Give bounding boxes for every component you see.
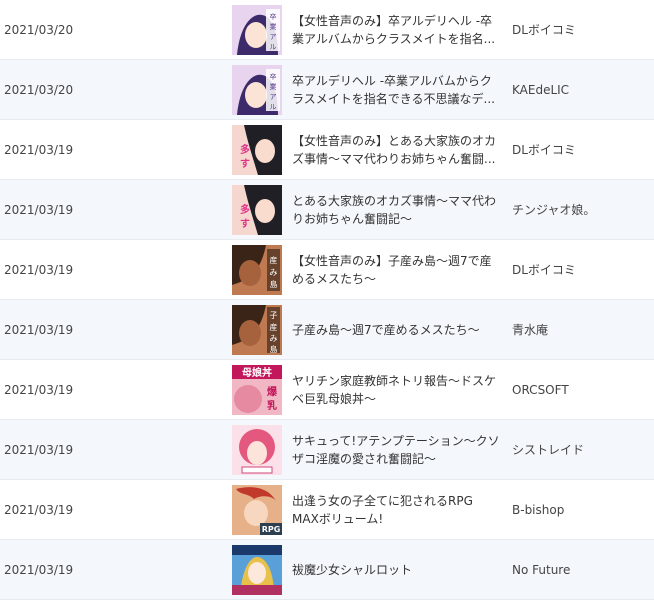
product-title: 子産み島～週7で産めるメスたち～ (292, 322, 480, 337)
svg-text:乳: 乳 (267, 399, 277, 412)
product-thumbnail[interactable]: 子 産 み 島 (232, 305, 282, 355)
release-date: 2021/03/19 (4, 502, 74, 517)
svg-text:産: 産 (270, 255, 278, 265)
thumbnail-image: 産 み 島 (232, 245, 282, 295)
product-thumbnail[interactable]: 卒 業 ア ル (232, 5, 282, 55)
circle-name-link[interactable]: ORCSOFT (512, 360, 569, 419)
product-title: とある大家族のオカズ事情～ママ代わりお姉ちゃん奮闘記～ (292, 193, 497, 226)
product-title: サキュって!アテンプテーション～クソザコ淫魔の愛され奮闘記～ (292, 433, 500, 466)
list-item: 2021/03/19 産 み 島 【女性音声のみ】子産み島～週7で産めるメスたち… (0, 240, 654, 300)
svg-text:業: 業 (270, 22, 277, 31)
svg-text:島: 島 (270, 344, 278, 354)
circle-name-link[interactable]: 青水庵 (512, 300, 548, 359)
release-date: 2021/03/19 (4, 322, 74, 337)
svg-text:す: す (240, 158, 250, 170)
circle-name-link[interactable]: DLボイコミ (512, 0, 576, 59)
svg-text:島: 島 (270, 279, 278, 289)
svg-text:多: 多 (240, 143, 250, 156)
thumbnail-image: 卒 業 ア ル (232, 5, 282, 55)
release-date: 2021/03/19 (4, 382, 74, 397)
thumbnail-image (232, 545, 282, 595)
product-thumbnail[interactable]: 産 み 島 (232, 245, 282, 295)
product-title-link[interactable]: とある大家族のオカズ事情～ママ代わりお姉ちゃん奮闘記～ (292, 180, 502, 239)
product-title-link[interactable]: 祓魔少女シャルロット (292, 540, 502, 599)
release-date: 2021/03/19 (4, 142, 74, 157)
thumbnail-image: 多 す (232, 125, 282, 175)
list-item: 2021/03/19 祓魔少女シャルロット No Future (0, 540, 654, 600)
thumbnail-image: 卒 業 ア ル (232, 65, 282, 115)
product-thumbnail[interactable]: 卒 業 ア ル (232, 65, 282, 115)
list-item: 2021/03/20 卒 業 ア ル 【女性音声のみ】卒アルデリヘル -卒業アル… (0, 0, 654, 60)
product-title-link[interactable]: 【女性音声のみ】卒アルデリヘル -卒業アルバムからクラスメイトを指名... (292, 0, 502, 59)
product-title: 【女性音声のみ】子産み島～週7で産めるメスたち～ (292, 253, 492, 286)
svg-text:ア: ア (270, 33, 277, 41)
product-title: 出逢う女の子全てに犯されるRPG MAXボリューム! (292, 493, 473, 526)
circle-name-link[interactable]: チンジャオ娘。 (512, 180, 595, 239)
list-item: 2021/03/19 多 す 【女性音声のみ】とある大家族のオカズ事情～ママ代わ… (0, 120, 654, 180)
list-item: 2021/03/20 卒 業 ア ル 卒アルデリヘル -卒業アルバムからクラスメ… (0, 60, 654, 120)
product-title-link[interactable]: サキュって!アテンプテーション～クソザコ淫魔の愛され奮闘記～ (292, 420, 502, 479)
svg-text:産: 産 (270, 322, 278, 332)
svg-text:み: み (270, 334, 278, 343)
svg-text:母娘丼: 母娘丼 (242, 366, 272, 379)
product-title-link[interactable]: 出逢う女の子全てに犯されるRPG MAXボリューム! (292, 480, 502, 539)
product-thumbnail[interactable]: 多 す (232, 185, 282, 235)
product-title-link[interactable]: 卒アルデリヘル -卒業アルバムからクラスメイトを指名できる不思議なデ... (292, 60, 502, 119)
product-title: 【女性音声のみ】卒アルデリヘル -卒業アルバムからクラスメイトを指名... (292, 13, 496, 46)
svg-text:ル: ル (270, 43, 277, 51)
product-title: 祓魔少女シャルロット (292, 562, 413, 577)
product-title-link[interactable]: 子産み島～週7で産めるメスたち～ (292, 300, 502, 359)
product-title: 卒アルデリヘル -卒業アルバムからクラスメイトを指名できる不思議なデ... (292, 73, 495, 106)
list-item: 2021/03/19 多 す とある大家族のオカズ事情～ママ代わりお姉ちゃん奮闘… (0, 180, 654, 240)
list-item: 2021/03/19 RPG 出逢う女の子全てに犯されるRPG MAXボリューム… (0, 480, 654, 540)
release-date: 2021/03/20 (4, 82, 74, 97)
product-thumbnail[interactable]: RPG (232, 485, 282, 535)
release-date: 2021/03/20 (4, 22, 74, 37)
svg-text:卒: 卒 (270, 12, 277, 21)
release-date: 2021/03/19 (4, 562, 74, 577)
product-title: 【女性音声のみ】とある大家族のオカズ事情～ママ代わりお姉ちゃん奮闘... (292, 133, 497, 166)
product-thumbnail[interactable] (232, 425, 282, 475)
product-thumbnail[interactable]: 母娘丼 爆 乳 (232, 365, 282, 415)
list-item: 2021/03/19 サキュって!アテンプテーション～クソザコ淫魔の愛され奮闘記… (0, 420, 654, 480)
thumbnail-image: 母娘丼 爆 乳 (232, 365, 282, 415)
product-title: ヤリチン家庭教師ネトリ報告～ドスケベ巨乳母娘丼～ (292, 373, 497, 406)
svg-text:ア: ア (270, 93, 277, 101)
svg-text:子: 子 (270, 311, 278, 320)
product-thumbnail[interactable] (232, 545, 282, 595)
circle-name-link[interactable]: B-bishop (512, 480, 564, 539)
svg-text:RPG: RPG (262, 525, 281, 534)
circle-name-link[interactable]: シストレイド (512, 420, 584, 479)
thumbnail-image: 子 産 み 島 (232, 305, 282, 355)
svg-text:卒: 卒 (270, 72, 277, 81)
circle-name-link[interactable]: DLボイコミ (512, 120, 576, 179)
circle-name-link[interactable]: No Future (512, 540, 570, 599)
thumbnail-image: RPG (232, 485, 282, 535)
svg-text:す: す (240, 218, 250, 230)
product-title-link[interactable]: 【女性音声のみ】子産み島～週7で産めるメスたち～ (292, 240, 502, 299)
release-list: 2021/03/20 卒 業 ア ル 【女性音声のみ】卒アルデリヘル -卒業アル… (0, 0, 654, 600)
thumbnail-image (232, 425, 282, 475)
release-date: 2021/03/19 (4, 442, 74, 457)
svg-text:多: 多 (240, 203, 250, 216)
svg-text:ル: ル (270, 103, 277, 111)
product-title-link[interactable]: 【女性音声のみ】とある大家族のオカズ事情～ママ代わりお姉ちゃん奮闘... (292, 120, 502, 179)
svg-text:み: み (270, 268, 278, 277)
svg-text:爆: 爆 (267, 385, 278, 398)
circle-name-link[interactable]: KAEdeLIC (512, 60, 569, 119)
product-title-link[interactable]: ヤリチン家庭教師ネトリ報告～ドスケベ巨乳母娘丼～ (292, 360, 502, 419)
list-item: 2021/03/19 母娘丼 爆 乳 ヤリチン家庭教師ネトリ報告～ドスケベ巨乳母… (0, 360, 654, 420)
circle-name-link[interactable]: DLボイコミ (512, 240, 576, 299)
thumbnail-image: 多 す (232, 185, 282, 235)
product-thumbnail[interactable]: 多 す (232, 125, 282, 175)
release-date: 2021/03/19 (4, 202, 74, 217)
release-date: 2021/03/19 (4, 262, 74, 277)
svg-text:業: 業 (270, 82, 277, 91)
list-item: 2021/03/19 子 産 み 島 子産み島～週7で産めるメスたち～ 青水庵 (0, 300, 654, 360)
